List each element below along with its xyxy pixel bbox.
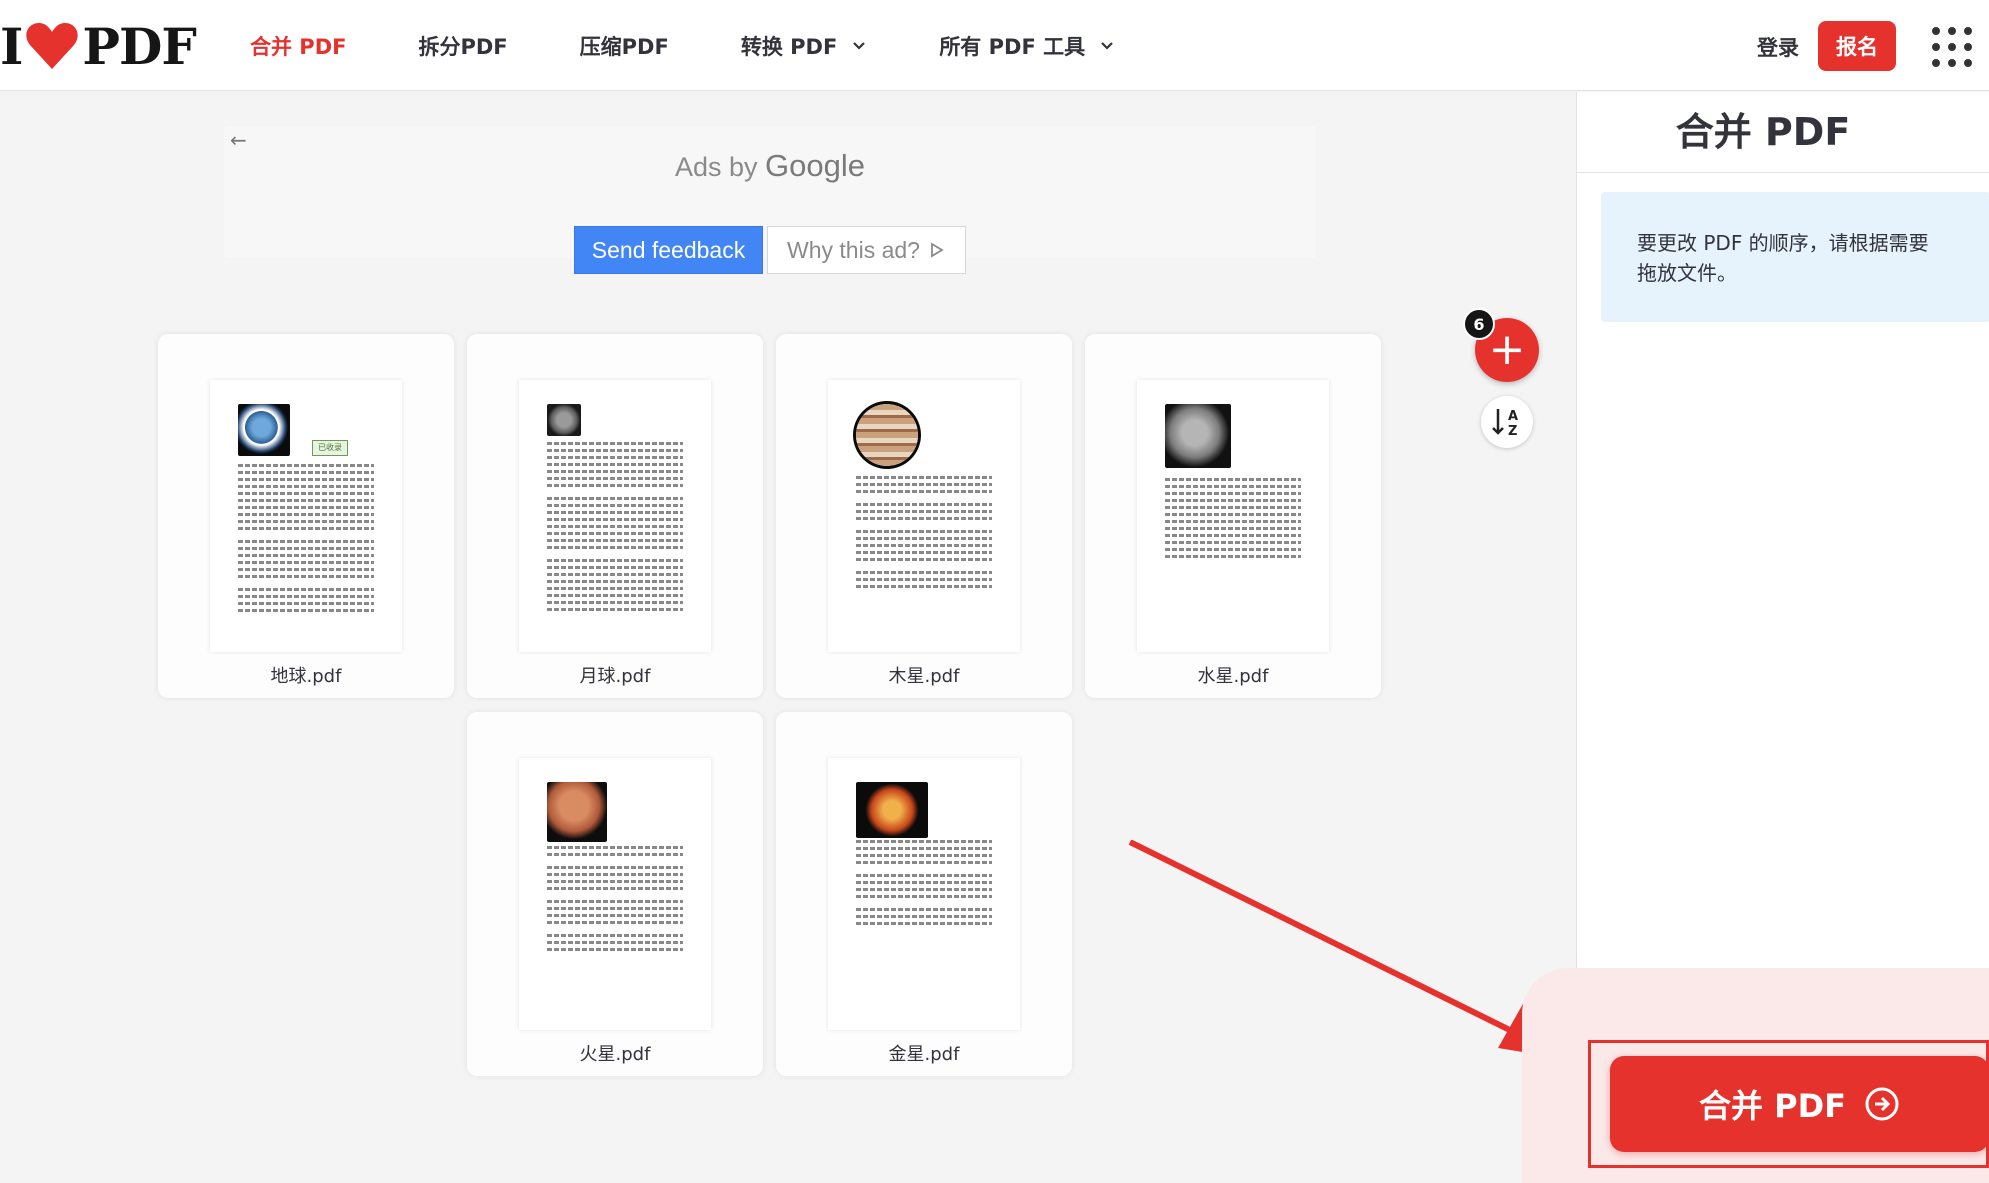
chevron-down-icon (1101, 41, 1113, 50)
signup-button[interactable]: 报名 (1818, 21, 1896, 71)
ad-choices-icon (931, 242, 944, 258)
pdf-thumbnail (828, 380, 1020, 652)
nav-split-pdf[interactable]: 拆分PDF (418, 31, 507, 61)
file-name: 火星.pdf (579, 1044, 651, 1065)
grid-menu-icon[interactable] (1932, 27, 1972, 67)
earth-image (238, 404, 290, 456)
file-count-badge: 6 (1463, 308, 1495, 340)
merge-pdf-button[interactable]: 合并 PDF (1610, 1056, 1989, 1152)
top-header: I PDF 合并 PDF 拆分PDF 压缩PDF 转换 PDF 所有 PDF 工… (0, 0, 1989, 91)
file-card-moon[interactable]: 月球.pdf (467, 334, 763, 698)
google-ad-block: ← Ads by Google Send feedback Why this a… (224, 126, 1316, 274)
file-name: 水星.pdf (1197, 666, 1269, 687)
pdf-thumbnail (519, 758, 711, 1030)
nav-label: 拆分PDF (418, 34, 508, 59)
pdf-thumbnail (519, 380, 711, 652)
file-workspace: ← Ads by Google Send feedback Why this a… (0, 92, 1576, 1183)
nav-compress-pdf[interactable]: 压缩PDF (580, 31, 669, 61)
pdf-thumbnail (1137, 380, 1329, 652)
ads-by-label: Ads by (674, 152, 758, 182)
nav-label: 压缩PDF (579, 34, 669, 59)
nav-all-pdf-tools[interactable]: 所有 PDF 工具 (939, 31, 1115, 61)
login-link[interactable]: 登录 (1757, 32, 1799, 62)
why-this-ad-label: Why this ad? (787, 236, 920, 263)
nav-merge-pdf[interactable]: 合并 PDF (250, 31, 346, 61)
file-name: 月球.pdf (579, 666, 651, 687)
ads-by-google: Ads by Google (224, 148, 1316, 184)
mars-image (547, 782, 607, 842)
main-nav: 合并 PDF 拆分PDF 压缩PDF 转换 PDF 所有 PDF 工具 (250, 0, 1187, 91)
sidebar-title: 合并 PDF (1675, 110, 1851, 154)
arrow-right-circle-icon (1865, 1087, 1899, 1121)
file-card-earth[interactable]: 已收录 地球.pdf (158, 334, 454, 698)
source-badge: 已收录 (312, 440, 348, 456)
mercury-image (1165, 404, 1231, 468)
pdf-thumbnail: 已收录 (210, 380, 402, 652)
google-label: Google (765, 148, 866, 183)
ilovepdf-logo[interactable]: I PDF (0, 17, 197, 76)
why-this-ad-button[interactable]: Why this ad? (767, 226, 966, 274)
logo-text-pdf: PDF (82, 16, 196, 76)
logo-letter-i: I (0, 16, 23, 76)
pdf-thumbnail (828, 758, 1020, 1030)
jupiter-image (856, 404, 918, 466)
nav-label: 合并 PDF (250, 34, 347, 59)
chevron-down-icon (853, 41, 866, 50)
annotation-arrow (1128, 840, 1560, 1058)
heart-icon (26, 23, 79, 69)
sort-az-icon[interactable]: A Z (1481, 396, 1533, 448)
info-message: 要更改 PDF 的顺序，请根据需要 拖放文件。 (1601, 192, 1989, 322)
file-name: 金星.pdf (888, 1044, 960, 1065)
nav-label: 转换 PDF (740, 34, 838, 59)
svg-text:A: A (1508, 409, 1518, 424)
file-name: 地球.pdf (270, 666, 342, 687)
file-card-jupiter[interactable]: 木星.pdf (776, 334, 1072, 698)
nav-label: 所有 PDF 工具 (939, 34, 1086, 59)
file-name: 木星.pdf (888, 666, 960, 687)
merge-button-label: 合并 PDF (1698, 1087, 1847, 1125)
info-line: 要更改 PDF 的顺序，请根据需要 (1637, 231, 1929, 255)
file-card-mars[interactable]: 火星.pdf (467, 712, 763, 1076)
file-card-mercury[interactable]: 水星.pdf (1085, 334, 1381, 698)
venus-image (856, 782, 928, 838)
send-feedback-button[interactable]: Send feedback (574, 226, 763, 274)
sidebar-divider (1577, 172, 1989, 173)
svg-text:Z: Z (1508, 424, 1517, 439)
info-line: 拖放文件。 (1637, 261, 1737, 285)
moon-image (547, 404, 581, 436)
file-card-venus[interactable]: 金星.pdf (776, 712, 1072, 1076)
nav-convert-pdf[interactable]: 转换 PDF (741, 31, 867, 61)
